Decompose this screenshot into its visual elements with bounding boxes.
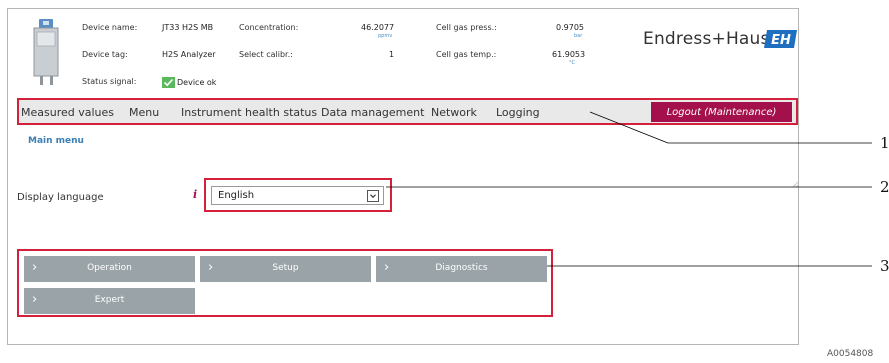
- chevron-down-icon[interactable]: [367, 190, 379, 202]
- device-tag-label: Device tag:: [82, 50, 128, 59]
- status-signal-value: Device ok: [177, 78, 217, 87]
- web-server-window: Device name: JT33 H2S MB Device tag: H2S…: [7, 8, 800, 345]
- cell-gas-temp-value: 61.9053: [552, 50, 586, 59]
- cell-gas-temp-unit: °C: [569, 60, 575, 66]
- status-signal-label: Status signal:: [82, 77, 137, 86]
- logout-button[interactable]: Logout (Maintenance): [651, 102, 792, 122]
- display-language-value: English: [218, 190, 255, 201]
- cell-gas-press-value: 0.9705: [556, 23, 584, 32]
- nav-network[interactable]: Network: [431, 106, 477, 119]
- diagnostics-button-label: Diagnostics: [435, 263, 488, 273]
- callout-number-3: 3: [880, 257, 889, 275]
- main-navigation-bar: Measured values Menu Instrument health s…: [17, 98, 798, 125]
- concentration-value: 46.2077: [361, 23, 395, 32]
- resize-handle-icon[interactable]: [792, 180, 800, 188]
- callout-number-1: 1: [880, 134, 889, 152]
- nav-data-management[interactable]: Data management: [321, 106, 424, 119]
- concentration-label: Concentration:: [239, 23, 299, 32]
- nav-measured-values[interactable]: Measured values: [21, 106, 114, 119]
- nav-logging[interactable]: Logging: [496, 106, 540, 119]
- brand-logo-text: EH: [771, 33, 791, 48]
- cell-gas-temp-label: Cell gas temp.:: [436, 50, 497, 59]
- page-title: Main menu: [28, 136, 84, 146]
- nav-menu[interactable]: Menu: [129, 106, 159, 119]
- main-menu-buttons: › Operation › Setup › Diagnostics › Expe…: [17, 249, 553, 317]
- callout-number-2: 2: [880, 178, 889, 196]
- concentration-unit: ppmv: [378, 33, 393, 39]
- operation-button[interactable]: › Operation: [24, 256, 195, 282]
- display-language-highlight: English: [204, 178, 392, 212]
- endress-hauser-logo-icon: EH: [764, 30, 797, 48]
- figure-id: A0054808: [827, 349, 874, 359]
- display-language-select[interactable]: English: [211, 186, 384, 205]
- checkmark-icon: [162, 77, 175, 88]
- setup-button-label: Setup: [272, 263, 299, 273]
- select-calibr-label: Select calibr.:: [239, 50, 293, 59]
- device-name-label: Device name:: [82, 23, 138, 32]
- info-icon[interactable]: i: [193, 188, 197, 201]
- setup-button[interactable]: › Setup: [200, 256, 371, 282]
- nav-instrument-health-status[interactable]: Instrument health status: [181, 106, 317, 119]
- expert-button-label: Expert: [94, 295, 125, 305]
- cell-gas-press-unit: bar: [574, 33, 583, 39]
- status-signal-indicator: Device ok: [162, 77, 216, 88]
- device-name-value: JT33 H2S MB: [162, 23, 214, 32]
- device-tag-value: H2S Analyzer: [162, 50, 216, 59]
- cell-gas-press-label: Cell gas press.:: [436, 23, 497, 32]
- display-language-label: Display language: [17, 192, 104, 203]
- analyzer-device-icon: [33, 19, 59, 85]
- expert-button[interactable]: › Expert: [24, 288, 195, 314]
- diagnostics-button[interactable]: › Diagnostics: [376, 256, 547, 282]
- operation-button-label: Operation: [87, 263, 132, 273]
- select-calibr-value: 1: [389, 50, 395, 59]
